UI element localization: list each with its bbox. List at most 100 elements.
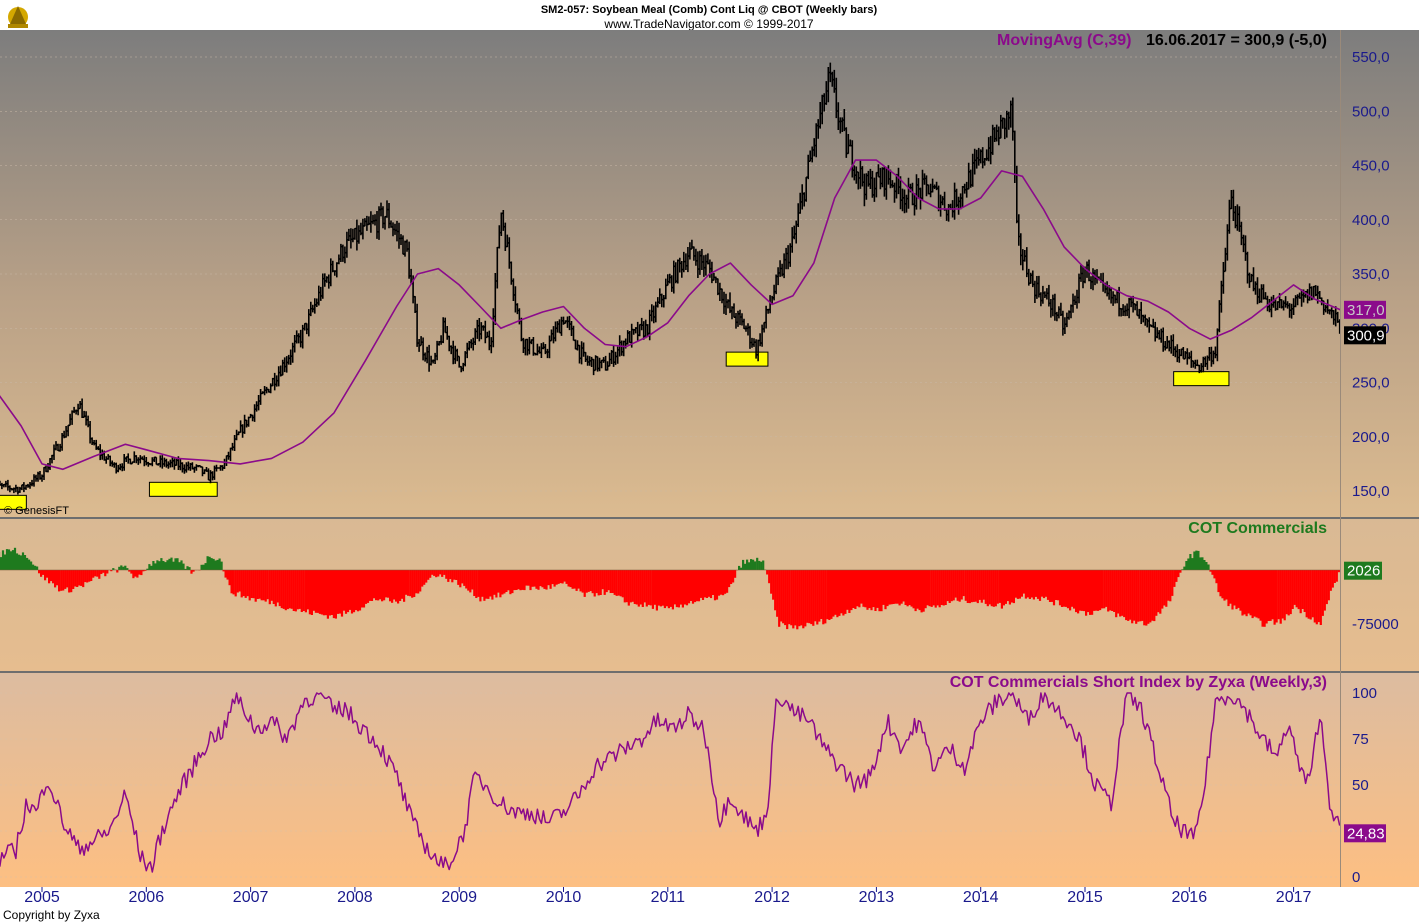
cot-bar [321, 570, 323, 615]
cot-bar [882, 570, 884, 605]
cot-bar [44, 570, 46, 580]
cot-bar [259, 570, 261, 599]
cot-bar [397, 570, 399, 604]
price-tick-label: 550,0 [1352, 49, 1390, 66]
cot-bar [991, 570, 993, 606]
cot-bar [1139, 570, 1141, 621]
cot-bar [519, 570, 521, 590]
cot-bar [886, 570, 888, 606]
cot-bar [385, 570, 387, 597]
cot-bar [578, 570, 580, 589]
cot-bar [1131, 570, 1133, 623]
cot-bar [499, 570, 501, 597]
cot-bar [706, 570, 708, 598]
cot-bar [1033, 570, 1035, 600]
cot-bar [76, 570, 78, 587]
cot-bar [249, 570, 251, 600]
cot-bar [122, 567, 124, 570]
cot-bar [1133, 570, 1135, 621]
cot-bar [979, 570, 981, 600]
x-tick-label: 2011 [651, 889, 686, 906]
cot-bar [909, 570, 911, 605]
cot-bar [211, 558, 213, 570]
cot-bar [1207, 565, 1209, 571]
cot-bar [413, 570, 415, 597]
cot-bar [854, 570, 856, 609]
cot-bar [447, 570, 449, 582]
cot-bar [1057, 570, 1059, 600]
cot-bar [507, 570, 509, 590]
cot-bar [830, 570, 832, 619]
cot-bar [483, 570, 485, 601]
cot-bar [405, 570, 407, 595]
y-axis-line [1340, 30, 1341, 887]
cot-bar [959, 570, 961, 602]
cot-bar [814, 570, 816, 621]
cot-last-badge: 2026 [1344, 562, 1382, 580]
cot-bar [630, 570, 632, 602]
cot-bar [1135, 570, 1137, 624]
cot-bar [734, 570, 736, 578]
cot-bar [985, 570, 987, 604]
cot-bar [688, 570, 690, 603]
cot-bar [50, 570, 52, 581]
cot-bar [1055, 570, 1057, 600]
index-tick-label: 75 [1352, 731, 1369, 748]
cot-bar [804, 570, 806, 626]
price-tick-label: 400,0 [1352, 212, 1390, 229]
cot-bar [778, 570, 780, 627]
cot-bar [1326, 570, 1328, 604]
cot-bar [495, 570, 497, 598]
cot-bar [1183, 567, 1185, 570]
cot-bar [554, 570, 556, 587]
cot-bar [1167, 570, 1169, 601]
cot-bar [409, 570, 411, 596]
cot-bar [68, 570, 70, 593]
cot-bar [485, 570, 487, 599]
cot-bar [84, 570, 86, 582]
cot-bar [1320, 570, 1322, 625]
cot-bar [564, 570, 566, 582]
cot-bar [574, 570, 576, 589]
cot-bar [937, 570, 939, 605]
cot-bar [315, 570, 317, 613]
cot-bar [178, 562, 180, 570]
cot-bar [1336, 570, 1338, 582]
cot-bar [662, 570, 664, 606]
x-tick-label: 2016 [1172, 889, 1208, 906]
cot-bar [692, 570, 694, 604]
cot-bar [614, 570, 616, 595]
cot-bar [295, 570, 297, 611]
cot-bar [740, 568, 742, 570]
cot-bar [618, 570, 620, 596]
cot-last-value: 2026 [1347, 563, 1380, 580]
cot-bar [1175, 570, 1177, 582]
panel-divider [0, 671, 1419, 673]
cot-bar [730, 570, 732, 584]
cot-bar [945, 570, 947, 605]
cot-bar [60, 570, 62, 591]
cot-bar [1288, 570, 1290, 615]
cot-bar [1035, 570, 1037, 597]
cot-bar [1223, 570, 1225, 601]
cot-bar [656, 570, 658, 611]
cot-bar [527, 570, 529, 586]
cot-bar [644, 570, 646, 602]
chart-header-title: SM2-057: Soybean Meal (Comb) Cont Liq @ … [541, 4, 878, 16]
cot-bar [983, 570, 985, 600]
cot-bar [164, 562, 166, 570]
cot-bar [890, 570, 892, 604]
cot-bar [1145, 570, 1147, 626]
cot-bar [1059, 570, 1061, 605]
cot-bar [1153, 570, 1155, 621]
cot-bar [16, 553, 18, 570]
cot-bar [459, 570, 461, 587]
cot-bar [941, 570, 943, 605]
cot-bar [1077, 570, 1079, 613]
cot-bar [80, 570, 82, 586]
cot-bar [1334, 570, 1336, 583]
price-last-value: 300,9 [1347, 327, 1385, 344]
cot-bar [995, 570, 997, 606]
cot-bar [1286, 570, 1288, 614]
cot-bar [1227, 570, 1229, 606]
